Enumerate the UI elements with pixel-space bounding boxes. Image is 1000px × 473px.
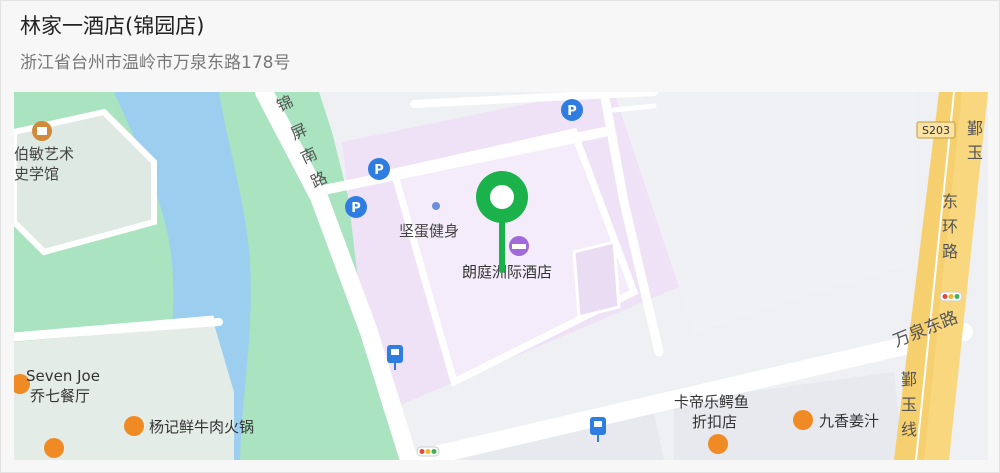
restaurant-icon: [793, 410, 813, 430]
dot-icon: [432, 202, 440, 210]
traffic-light-icon: [939, 291, 963, 302]
svg-text:P: P: [351, 201, 361, 216]
road-label-yinyu-b1: 鄞: [901, 370, 917, 389]
road-label-yinyu-b2: 玉: [901, 395, 917, 414]
parking-icon[interactable]: P: [345, 196, 367, 218]
restaurant-icon: [44, 438, 64, 458]
poi-ginger-label: 九香姜汁: [819, 412, 879, 430]
road-label-yinyu-a2: 玉: [967, 143, 983, 162]
poi-restaurant-edge[interactable]: [44, 438, 64, 458]
restaurant-icon: [124, 416, 144, 436]
svg-text:P: P: [567, 104, 577, 119]
parking-icon[interactable]: P: [561, 99, 583, 121]
road-label-donghuan-2: 环: [942, 217, 958, 236]
poi-museum-label-2: 史学馆: [14, 165, 59, 183]
poi-hotpot-label: 杨记鲜牛肉火锅: [149, 418, 254, 436]
poi-seven-joe-label-2: 乔七餐厅: [30, 387, 90, 405]
road-label-donghuan-3: 路: [942, 242, 958, 261]
map-view[interactable]: 锦 屏 南 路 东 环 路 万泉东路 鄞 玉 鄞 玉 线 S203 P P P …: [14, 92, 988, 460]
hotel-name: 林家一酒店(锦园店): [20, 14, 205, 38]
road-label-donghuan-1: 东: [942, 192, 958, 211]
poi-shop-label-2: 折扣店: [692, 413, 737, 431]
poi-hotel-label: 朗庭洲际酒店: [462, 263, 552, 281]
road-label-yinyu-a1: 鄞: [967, 119, 983, 138]
poi-shop-label-1: 卡帝乐鳄鱼: [674, 393, 749, 411]
hotel-address: 浙江省台州市温岭市万泉东路178号: [20, 53, 291, 73]
road-label-yinyu-b3: 线: [901, 420, 917, 439]
svg-text:S203: S203: [922, 124, 950, 137]
road-shield-s203: S203: [916, 121, 956, 139]
poi-museum-label-1: 伯敏艺术: [14, 145, 74, 163]
parking-icon[interactable]: P: [368, 158, 390, 180]
poi-seven-joe-label-1: Seven Joe: [26, 367, 100, 385]
hotel-card: 林家一酒店(锦园店) 浙江省台州市温岭市万泉东路178号 锦 屏 南 路 东 环…: [0, 0, 1000, 473]
traffic-light-icon: [416, 446, 440, 457]
poi-ginger[interactable]: 九香姜汁: [793, 410, 879, 430]
map-canvas[interactable]: 锦 屏 南 路 东 环 路 万泉东路 鄞 玉 鄞 玉 线 S203 P P P …: [14, 92, 988, 460]
shopping-icon: [708, 434, 728, 454]
svg-text:P: P: [374, 163, 384, 178]
poi-gym-label: 坚蛋健身: [399, 222, 459, 240]
